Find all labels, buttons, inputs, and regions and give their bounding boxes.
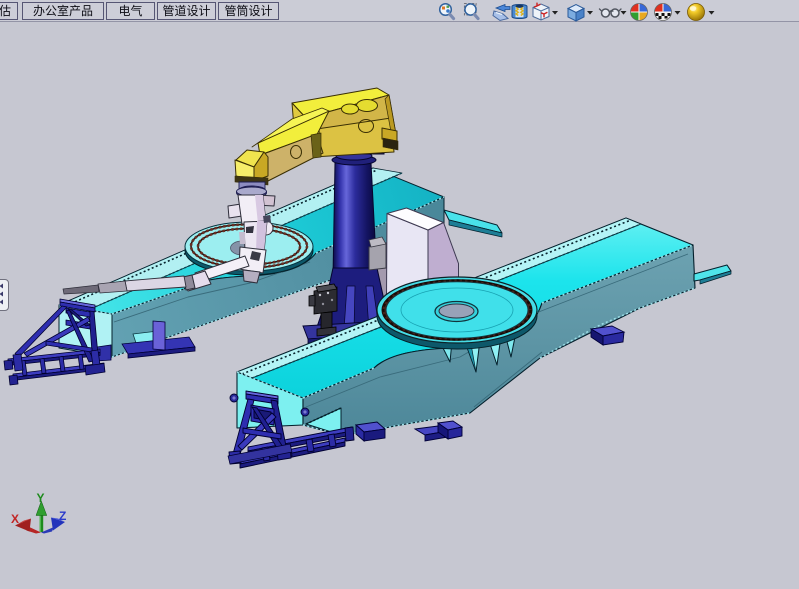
svg-text:Z: Z <box>59 509 66 523</box>
svg-text:Y: Y <box>37 491 45 505</box>
svg-text:X: X <box>11 512 19 526</box>
